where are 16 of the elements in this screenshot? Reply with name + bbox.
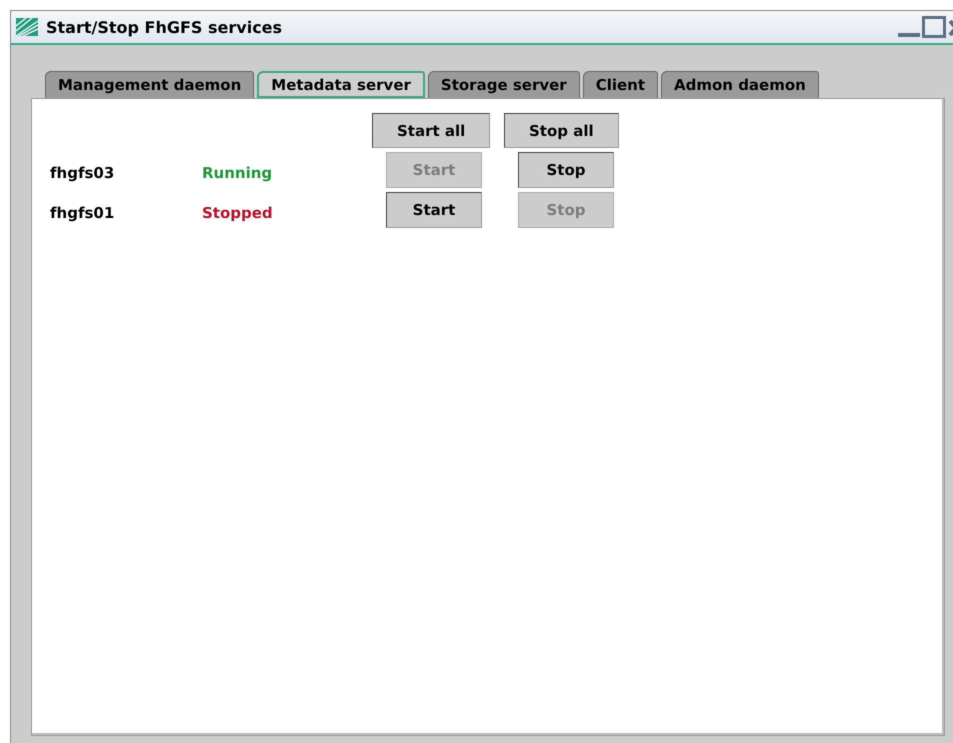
- app-logo-icon: [16, 18, 38, 36]
- tab[interactable]: Metadata server: [257, 71, 425, 98]
- host-name: fhgfs03: [50, 164, 116, 182]
- tab[interactable]: Client: [582, 71, 658, 98]
- service-status: Stopped: [202, 204, 274, 222]
- window-title: Start/Stop FhGFS services: [46, 18, 282, 36]
- stop-all-button[interactable]: Stop all: [504, 113, 619, 148]
- host-name: fhgfs01: [50, 204, 116, 222]
- service-status: Running: [202, 164, 274, 182]
- start-all-button[interactable]: Start all: [372, 113, 490, 148]
- stop-button[interactable]: Stop: [518, 152, 614, 188]
- maximize-icon[interactable]: [922, 16, 946, 38]
- tab[interactable]: Admon daemon: [661, 71, 819, 98]
- tab[interactable]: Storage server: [428, 71, 580, 98]
- start-button[interactable]: Start: [386, 192, 482, 228]
- tab[interactable]: Management daemon: [45, 71, 254, 98]
